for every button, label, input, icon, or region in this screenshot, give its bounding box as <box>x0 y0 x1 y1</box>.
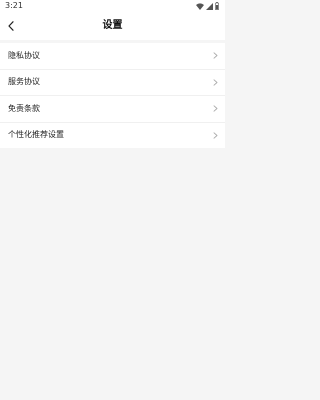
menu-item-label: 服务协议 <box>8 77 40 87</box>
menu-item-service-agreement[interactable]: 服务协议 <box>0 68 225 96</box>
back-button[interactable] <box>4 18 18 34</box>
chevron-right-icon <box>213 105 218 112</box>
chevron-right-icon <box>213 79 218 86</box>
menu-item-label: 隐私协议 <box>8 50 40 60</box>
menu-item-personalized-recommendations[interactable]: 个性化推荐设置 <box>0 121 225 149</box>
chevron-right-icon <box>213 132 218 139</box>
status-bar: 3:21 <box>0 0 225 12</box>
app-header: 设置 <box>0 12 225 40</box>
page-title: 设置 <box>102 20 123 31</box>
menu-item-disclaimer[interactable]: 免责条款 <box>0 95 225 122</box>
signal-icon <box>206 2 213 10</box>
status-time: 3:21 <box>5 1 23 10</box>
menu-item-label: 免责条款 <box>8 103 40 113</box>
status-icons <box>196 2 219 10</box>
wifi-icon <box>196 2 204 10</box>
menu-item-label: 个性化推荐设置 <box>8 130 64 140</box>
menu-item-privacy-policy[interactable]: 隐私协议 <box>0 43 225 69</box>
back-arrow-icon <box>8 21 14 31</box>
chevron-right-icon <box>213 52 218 59</box>
battery-icon <box>215 2 219 10</box>
settings-menu-list: 隐私协议 服务协议 免责条款 个性化推荐设置 <box>0 43 225 148</box>
